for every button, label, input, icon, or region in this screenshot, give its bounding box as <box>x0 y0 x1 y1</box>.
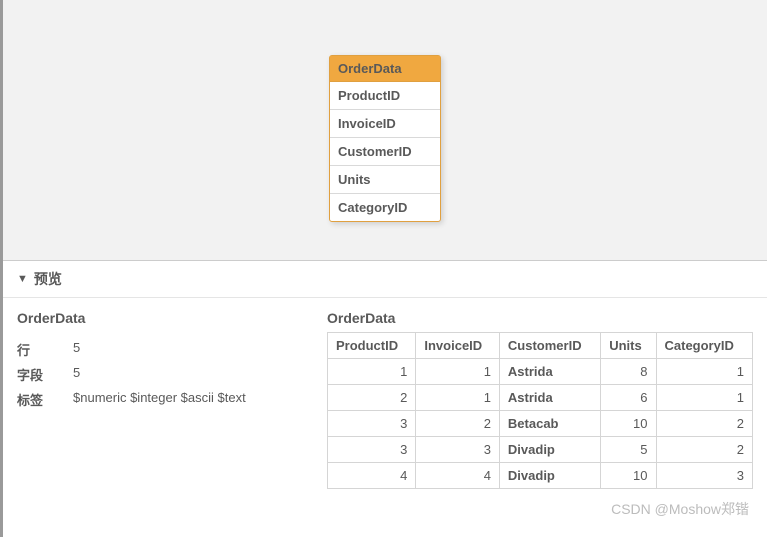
table-cell: Divadip <box>499 437 600 463</box>
meta-row-rows: 行 5 <box>17 340 297 359</box>
table-cell: Betacab <box>499 411 600 437</box>
meta-row-tags: 标签 $numeric $integer $ascii $text <box>17 390 297 409</box>
table-cell: 4 <box>416 463 500 489</box>
table-cell: 1 <box>656 359 753 385</box>
table-row: 21Astrida61 <box>328 385 753 411</box>
table-cell: 3 <box>328 437 416 463</box>
table-cell: 4 <box>328 463 416 489</box>
table-cell: Astrida <box>499 385 600 411</box>
table-cell: 6 <box>601 385 656 411</box>
meta-fields-label: 字段 <box>17 365 73 384</box>
table-cell: 2 <box>656 437 753 463</box>
data-column: OrderData ProductIDInvoiceIDCustomerIDUn… <box>327 310 753 489</box>
schema-field[interactable]: Units <box>330 166 440 194</box>
column-header[interactable]: ProductID <box>328 333 416 359</box>
meta-tags-label: 标签 <box>17 390 73 409</box>
table-cell: 2 <box>656 411 753 437</box>
meta-row-fields: 字段 5 <box>17 365 297 384</box>
meta-title: OrderData <box>17 310 297 326</box>
schema-field[interactable]: InvoiceID <box>330 110 440 138</box>
table-cell: 8 <box>601 359 656 385</box>
table-cell: 2 <box>328 385 416 411</box>
table-cell: 10 <box>601 411 656 437</box>
table-cell: 3 <box>416 437 500 463</box>
column-header[interactable]: CategoryID <box>656 333 753 359</box>
column-header[interactable]: InvoiceID <box>416 333 500 359</box>
table-cell: 1 <box>416 359 500 385</box>
table-cell: 3 <box>656 463 753 489</box>
table-cell: 5 <box>601 437 656 463</box>
table-cell: 2 <box>416 411 500 437</box>
meta-fields-value: 5 <box>73 365 80 384</box>
table-cell: 1 <box>416 385 500 411</box>
schema-table-name[interactable]: OrderData <box>330 56 440 82</box>
preview-panel: OrderData 行 5 字段 5 标签 $numeric $integer … <box>3 298 767 509</box>
preview-toggle[interactable]: ▼ 预览 <box>3 260 767 298</box>
meta-rows-label: 行 <box>17 340 73 359</box>
column-header[interactable]: CustomerID <box>499 333 600 359</box>
meta-rows-value: 5 <box>73 340 80 359</box>
column-header[interactable]: Units <box>601 333 656 359</box>
table-cell: 10 <box>601 463 656 489</box>
model-canvas[interactable]: OrderData ProductIDInvoiceIDCustomerIDUn… <box>3 0 767 260</box>
data-table-title: OrderData <box>327 310 753 326</box>
preview-table: ProductIDInvoiceIDCustomerIDUnitsCategor… <box>327 332 753 489</box>
caret-down-icon: ▼ <box>17 273 28 285</box>
table-cell: Divadip <box>499 463 600 489</box>
table-row: 32Betacab102 <box>328 411 753 437</box>
table-cell: 3 <box>328 411 416 437</box>
schema-field[interactable]: CategoryID <box>330 194 440 221</box>
table-row: 44Divadip103 <box>328 463 753 489</box>
table-row: 11Astrida81 <box>328 359 753 385</box>
schema-field[interactable]: ProductID <box>330 82 440 110</box>
table-cell: Astrida <box>499 359 600 385</box>
table-row: 33Divadip52 <box>328 437 753 463</box>
meta-tags-value: $numeric $integer $ascii $text <box>73 390 246 409</box>
table-schema-box[interactable]: OrderData ProductIDInvoiceIDCustomerIDUn… <box>329 55 441 222</box>
table-cell: 1 <box>328 359 416 385</box>
table-cell: 1 <box>656 385 753 411</box>
schema-field[interactable]: CustomerID <box>330 138 440 166</box>
watermark: CSDN @Moshow郑锴 <box>611 499 749 519</box>
meta-column: OrderData 行 5 字段 5 标签 $numeric $integer … <box>17 310 297 489</box>
preview-heading: 预览 <box>34 269 62 289</box>
